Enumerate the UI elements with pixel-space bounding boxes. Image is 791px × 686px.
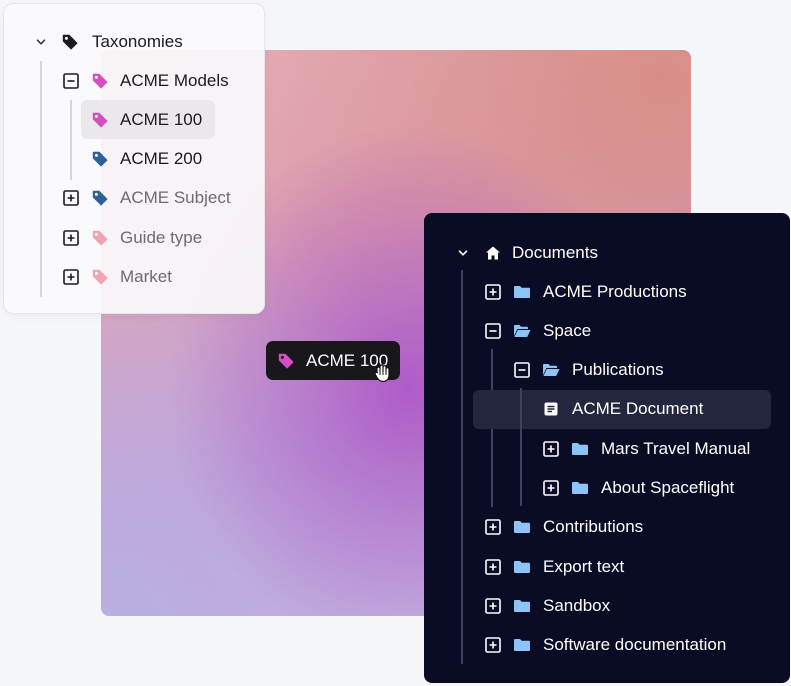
tree-node-label: Space [543,321,592,340]
tree-node-taxonomies[interactable]: Taxonomies [32,27,183,57]
tree-node-acme-100[interactable]: ACME 100 [90,105,202,135]
tree-node-guide-type[interactable]: Guide type [61,223,202,253]
tree-guide-line [70,100,72,180]
tree-node-label: Export text [543,557,625,576]
tree-node-label: ACME Models [120,71,229,90]
tree-node-label: Mars Travel Manual [601,439,751,458]
tree-node-label: Guide type [120,228,203,247]
expand-toggle-icon[interactable] [483,635,503,655]
folder-open-icon [512,321,532,341]
folder-icon [512,282,532,302]
tag-icon [90,228,110,248]
folder-icon [512,596,532,616]
tree-node-label: Sandbox [543,596,611,615]
tree-node-acme-200[interactable]: ACME 200 [90,144,202,174]
expand-toggle-icon[interactable] [61,188,81,208]
folder-icon [570,478,590,498]
tag-icon [90,71,110,91]
collapse-toggle-icon[interactable] [512,360,532,380]
tag-icon [90,149,110,169]
chevron-down-icon[interactable] [455,243,471,263]
expand-toggle-icon[interactable] [483,282,503,302]
folder-icon [512,635,532,655]
taxonomy-tree-panel: Taxonomies ACME Models ACME 100 ACME 200… [3,3,265,314]
grab-cursor-icon [373,362,393,389]
tree-guide-line [40,61,42,297]
tree-node-sandbox[interactable]: Sandbox [483,591,610,621]
tree-node-label: Documents [512,243,598,262]
tree-node-label: ACME 100 [120,110,203,129]
expand-toggle-icon[interactable] [483,517,503,537]
collapse-toggle-icon[interactable] [61,71,81,91]
tree-node-export-text[interactable]: Export text [483,552,624,582]
tree-node-label: Software documentation [543,635,727,654]
tree-node-label: ACME Document [572,399,704,418]
tree-node-label: Market [120,267,172,286]
expand-toggle-icon[interactable] [61,228,81,248]
tree-guide-line [520,388,522,506]
expand-toggle-icon[interactable] [483,557,503,577]
tree-node-label: ACME 200 [120,149,203,168]
chevron-down-icon[interactable] [32,32,50,52]
home-icon [483,243,503,263]
document-icon [541,399,561,419]
tree-node-software-documentation[interactable]: Software documentation [483,630,726,660]
tree-guide-line [461,270,463,664]
tree-node-label: Publications [572,360,664,379]
expand-toggle-icon[interactable] [541,439,561,459]
tree-node-acme-productions[interactable]: ACME Productions [483,277,687,307]
folder-icon [512,517,532,537]
folder-icon [570,439,590,459]
tag-icon [276,351,296,371]
tree-node-acme-subject[interactable]: ACME Subject [61,183,231,213]
tag-icon [90,188,110,208]
tag-icon [90,110,110,130]
folder-icon [512,557,532,577]
tag-icon [90,267,110,287]
tree-node-about-spaceflight[interactable]: About Spaceflight [541,473,734,503]
folder-open-icon [541,360,561,380]
tree-node-label: Contributions [543,517,644,536]
tree-node-acme-document[interactable]: ACME Document [541,394,703,424]
tree-node-documents[interactable]: Documents [455,238,598,268]
tree-node-publications[interactable]: Publications [512,355,664,385]
tag-icon [60,32,80,52]
tree-node-space[interactable]: Space [483,316,591,346]
tree-node-label: ACME Productions [543,282,687,301]
expand-toggle-icon[interactable] [483,596,503,616]
tree-node-contributions[interactable]: Contributions [483,512,643,542]
tree-node-market[interactable]: Market [61,262,172,292]
collapse-toggle-icon[interactable] [483,321,503,341]
tree-node-label: About Spaceflight [601,478,735,497]
documents-tree-panel: Documents ACME Productions Space Publica… [424,213,790,683]
tree-node-mars-travel-manual[interactable]: Mars Travel Manual [541,434,750,464]
tree-node-label: ACME Subject [120,188,231,207]
tree-node-acme-models[interactable]: ACME Models [61,66,229,96]
tree-node-label: Taxonomies [92,32,183,51]
expand-toggle-icon[interactable] [61,267,81,287]
expand-toggle-icon[interactable] [541,478,561,498]
